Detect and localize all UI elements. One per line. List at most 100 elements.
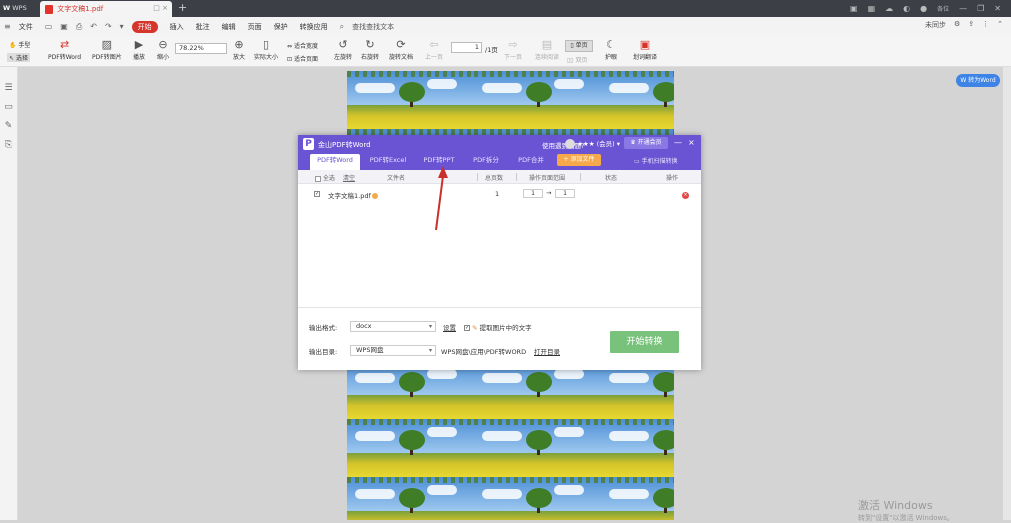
settings-icon[interactable]: ⚙: [954, 20, 960, 30]
tab-edit[interactable]: 编辑: [222, 22, 236, 32]
header-divider: [477, 173, 478, 181]
tab-insert[interactable]: 插入: [170, 22, 184, 32]
translate-button[interactable]: ▣ 划词翻译: [633, 38, 657, 61]
bookmark-icon[interactable]: ▭: [0, 98, 17, 117]
fit-width-button[interactable]: ⇔ 适合宽度: [287, 41, 318, 50]
zoom-out-button[interactable]: ⊖ 缩小: [157, 38, 169, 61]
share-icon[interactable]: ⇪: [968, 20, 974, 30]
tab-page[interactable]: 页面: [248, 22, 262, 32]
restore-window-icon[interactable]: ❐: [977, 4, 984, 13]
single-page-button[interactable]: ▯ 单页: [565, 40, 593, 52]
actual-size-button[interactable]: ▯ 实际大小: [254, 38, 278, 61]
grid-icon[interactable]: ▦: [868, 4, 876, 13]
play-button[interactable]: ▶ 播放: [133, 38, 145, 61]
minimize-window-icon[interactable]: —: [959, 4, 967, 13]
cloud-icon[interactable]: ☁: [885, 4, 893, 13]
output-format-select[interactable]: docx ▾: [350, 321, 436, 332]
dialog-minimize-button[interactable]: —: [674, 138, 682, 147]
layout-icon[interactable]: ▣: [850, 4, 858, 13]
tab-pdf-merge[interactable]: PDF合并: [510, 154, 552, 167]
select-all-checkbox[interactable]: 全选: [315, 173, 335, 182]
print-icon[interactable]: ⎙: [76, 22, 82, 32]
vip-button[interactable]: ♛ 开通会员: [624, 137, 668, 149]
attachment-icon[interactable]: ⎘: [0, 136, 17, 155]
file-menu[interactable]: 文件: [19, 22, 33, 32]
mobile-scan-label: 手机扫描转换: [641, 158, 678, 165]
zoom-in-button[interactable]: ⊕ 放大: [233, 38, 245, 61]
convert-to-word-button[interactable]: W 转为Word: [956, 74, 1000, 87]
double-page-button[interactable]: ▯▯ 双页: [567, 55, 588, 64]
collapse-icon[interactable]: ⌃: [997, 20, 1003, 30]
avatar[interactable]: ●: [920, 4, 927, 13]
pdf-to-word-dialog: P 金山PDF转Word 使用遇到问题? ★★★ (会员) ▾ ♛ 开通会员 —…: [298, 135, 701, 370]
warn-dot: [372, 193, 378, 199]
range-to-input[interactable]: 1: [555, 189, 575, 198]
tab-annotate[interactable]: 批注: [196, 22, 210, 32]
tab-pdf-to-excel[interactable]: PDF转Excel: [364, 154, 412, 167]
select-tool[interactable]: ↖ 选择: [7, 53, 30, 62]
new-tab-button[interactable]: +: [178, 1, 187, 14]
settings-link[interactable]: 设置: [443, 322, 456, 332]
menu-icon[interactable]: ≡: [4, 22, 11, 31]
tab-close-icon[interactable]: □ ×: [153, 4, 168, 12]
open-icon[interactable]: ▭: [45, 22, 53, 31]
next-page-button[interactable]: ⇨ 下一页: [504, 38, 522, 61]
pdf-to-image-button[interactable]: ▨ PDF转图片: [92, 38, 122, 61]
rotate-right-button[interactable]: ↻ 右旋转: [361, 38, 379, 61]
thumbnails-icon[interactable]: ☰: [0, 79, 17, 98]
wps-home-tab[interactable]: W WPS: [0, 0, 40, 17]
hand-tool[interactable]: ✋ 手型: [9, 40, 30, 49]
mobile-scan-link[interactable]: ▭ 手机扫描转换: [634, 156, 678, 165]
left-sidebar: ☰ ▭ ✎ ⎘: [0, 67, 18, 520]
skin-icon[interactable]: ◐: [903, 4, 910, 13]
tab-pdf-split[interactable]: PDF拆分: [466, 154, 506, 167]
pdf-to-word-button[interactable]: ⇄ PDF转Word: [48, 38, 81, 61]
tab-pdf-to-ppt[interactable]: PDF转PPT: [416, 154, 462, 167]
redo-icon[interactable]: ↷: [105, 22, 112, 31]
tab-convert[interactable]: 转换应用: [300, 22, 328, 32]
table-row[interactable]: ✓ 文字文稿1.pdf 1 1 → 1: [298, 188, 701, 202]
tab-protect[interactable]: 保护: [274, 22, 288, 32]
eye-care-button[interactable]: ☾ 护眼: [605, 38, 617, 61]
watermark-line2: 转到"设置"以激活 Windows。: [858, 514, 954, 522]
output-format-value: docx: [356, 322, 372, 330]
quick-dropdown-icon[interactable]: ▾: [120, 22, 124, 31]
checkbox-icon: [315, 175, 321, 182]
file-table-header: 全选 清空 文件名 总页数 操作页面范围 状态 操作: [298, 170, 701, 184]
tab-start[interactable]: 开始: [131, 20, 158, 33]
next-page-label: 下一页: [504, 54, 523, 61]
previous-page-label: 上一页: [425, 54, 444, 61]
comment-icon[interactable]: ✎: [0, 117, 17, 136]
landscape-tile: [601, 71, 674, 129]
document-tab[interactable]: 文字文稿1.pdf □ ×: [40, 1, 172, 17]
dialog-close-button[interactable]: ×: [688, 138, 695, 147]
rotate-document-button[interactable]: ⟳ 旋转文档: [389, 38, 413, 61]
continuous-read-button[interactable]: ▤ 连续阅读: [535, 38, 559, 61]
row-checkbox[interactable]: ✓: [314, 190, 320, 198]
range-from-input[interactable]: 1: [523, 189, 543, 198]
undo-icon[interactable]: ↶: [90, 22, 97, 31]
more-icon[interactable]: ⋮: [982, 20, 989, 30]
fit-page-button[interactable]: ⊡ 适合页面: [287, 54, 318, 63]
search-command[interactable]: 查找查找文本: [352, 22, 394, 32]
play-label: 播放: [133, 54, 146, 61]
close-window-icon[interactable]: ✕: [994, 4, 1001, 13]
output-dir-select[interactable]: WPS网盘 ▾: [350, 345, 436, 356]
previous-page-button[interactable]: ⇦ 上一页: [425, 38, 443, 61]
delete-file-icon[interactable]: ×: [682, 192, 689, 199]
zoom-input[interactable]: 78.22%: [175, 43, 227, 54]
dialog-user[interactable]: ★★★ (会员) ▾: [565, 138, 620, 149]
rotate-document-label: 旋转文档: [389, 54, 414, 61]
rotate-left-button[interactable]: ↺ 左旋转: [334, 38, 352, 61]
tab-pdf-to-word[interactable]: PDF转Word: [310, 154, 360, 170]
vertical-scrollbar[interactable]: [1003, 67, 1011, 520]
sync-status[interactable]: 未同步: [925, 20, 946, 30]
extract-text-checkbox[interactable]: ✓ ✎ 提取图片中的文字: [464, 322, 532, 332]
clear-link[interactable]: 清空: [343, 173, 355, 182]
save-icon[interactable]: ▣: [60, 22, 68, 31]
add-file-button[interactable]: + 添加文件: [557, 154, 601, 166]
page-number-input[interactable]: 1: [451, 42, 482, 53]
open-directory-link[interactable]: 打开目录: [534, 346, 560, 356]
range-arrow-icon: →: [546, 189, 552, 197]
start-convert-button[interactable]: 开始转换: [610, 331, 679, 353]
